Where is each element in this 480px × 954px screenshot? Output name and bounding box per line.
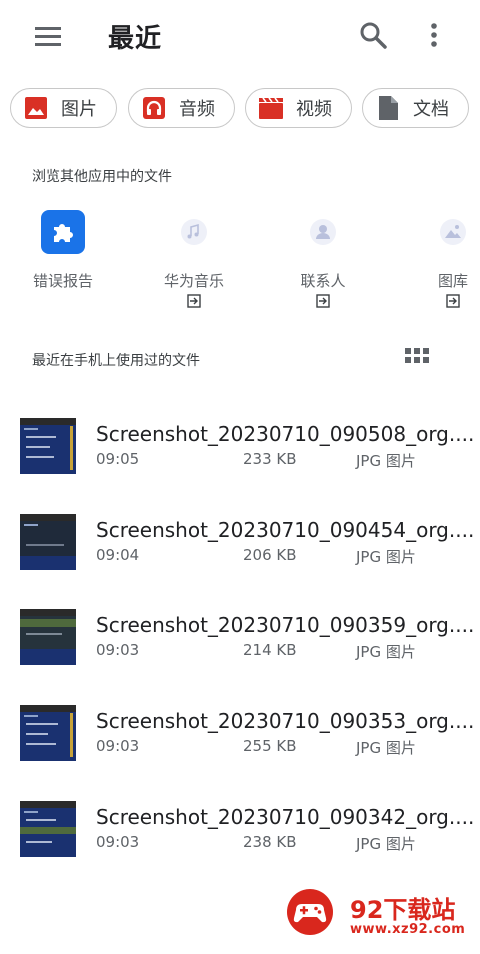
chip-label: 图片 (61, 99, 97, 120)
file-name: Screenshot_20230710_090359_org.... (96, 613, 475, 637)
chip-audio[interactable]: 音频 (128, 88, 235, 128)
app-label: 错误报告 (32, 272, 93, 290)
contacts-app-icon (301, 210, 345, 254)
file-name: Screenshot_20230710_090508_org.... (96, 422, 475, 446)
document-icon (375, 95, 401, 121)
app-bug-report[interactable]: 错误报告 (8, 210, 118, 291)
file-size: 214 KB (243, 641, 297, 659)
chip-documents[interactable]: 文档 (362, 88, 469, 128)
file-time: 09:05 (96, 450, 140, 468)
file-size: 238 KB (243, 833, 297, 851)
movie-clapper-icon (258, 95, 284, 121)
music-app-icon (172, 210, 216, 254)
chip-label: 文档 (413, 99, 449, 120)
file-name: Screenshot_20230710_090342_org.... (96, 805, 475, 829)
file-name: Screenshot_20230710_090353_org.... (96, 709, 475, 733)
grid-view-icon[interactable] (404, 347, 430, 369)
site-watermark: 92下载站 www.xz92.com (270, 872, 480, 954)
file-time: 09:04 (96, 546, 140, 564)
app-gallery[interactable]: 图库 (398, 210, 480, 309)
file-thumbnail (20, 418, 76, 474)
file-thumbnail (20, 609, 76, 665)
file-row[interactable]: Screenshot_20230710_090454_org.... 09:04… (0, 514, 480, 594)
chip-label: 视频 (296, 99, 332, 120)
chip-label: 音频 (179, 99, 215, 120)
file-size: 233 KB (243, 450, 297, 468)
file-type: JPG 图片 (356, 835, 416, 853)
chip-video[interactable]: 视频 (245, 88, 352, 128)
file-time: 09:03 (96, 833, 140, 851)
app-contacts[interactable]: 联系人 (268, 210, 378, 309)
search-icon[interactable] (356, 18, 390, 52)
app-huawei-music[interactable]: 华为音乐 (139, 210, 249, 309)
file-time: 09:03 (96, 641, 140, 659)
app-label: 图库 (437, 272, 468, 290)
app-bar: 最近 (0, 0, 480, 72)
gallery-app-icon (431, 210, 475, 254)
file-row[interactable]: Screenshot_20230710_090359_org.... 09:03… (0, 609, 480, 689)
file-name: Screenshot_20230710_090454_org.... (96, 518, 475, 542)
app-label: 华为音乐 (163, 272, 224, 290)
file-thumbnail (20, 705, 76, 761)
watermark-name: 92下载站 (350, 896, 456, 924)
file-type: JPG 图片 (356, 643, 416, 661)
page-title: 最近 (108, 24, 163, 54)
open-in-app-icon (398, 293, 480, 309)
file-type: JPG 图片 (356, 739, 416, 757)
file-row[interactable]: Screenshot_20230710_090342_org.... 09:03… (0, 801, 480, 881)
other-apps-list: 错误报告 华为音乐 联系人 图库 (0, 210, 480, 320)
file-thumbnail (20, 514, 76, 570)
app-label: 联系人 (300, 272, 346, 290)
chip-images[interactable]: 图片 (10, 88, 117, 128)
category-chips: 图片 音频 视频 文档 (0, 88, 480, 132)
file-row[interactable]: Screenshot_20230710_090353_org.... 09:03… (0, 705, 480, 785)
recent-files-title: 最近在手机上使用过的文件 (32, 353, 200, 369)
puzzle-piece-icon (41, 210, 85, 254)
hamburger-menu-icon[interactable] (30, 20, 66, 52)
image-icon (23, 95, 49, 121)
file-size: 206 KB (243, 546, 297, 564)
more-vert-icon[interactable] (422, 18, 446, 52)
file-size: 255 KB (243, 737, 297, 755)
file-time: 09:03 (96, 737, 140, 755)
headphones-icon (141, 95, 167, 121)
file-thumbnail (20, 801, 76, 857)
file-type: JPG 图片 (356, 548, 416, 566)
watermark-url: www.xz92.com (350, 922, 466, 937)
open-in-app-icon (139, 293, 249, 309)
file-row[interactable]: Screenshot_20230710_090508_org.... 09:05… (0, 418, 480, 498)
gamepad-logo-icon (286, 888, 334, 936)
other-apps-title: 浏览其他应用中的文件 (32, 169, 172, 185)
open-in-app-icon (268, 293, 378, 309)
file-type: JPG 图片 (356, 452, 416, 470)
